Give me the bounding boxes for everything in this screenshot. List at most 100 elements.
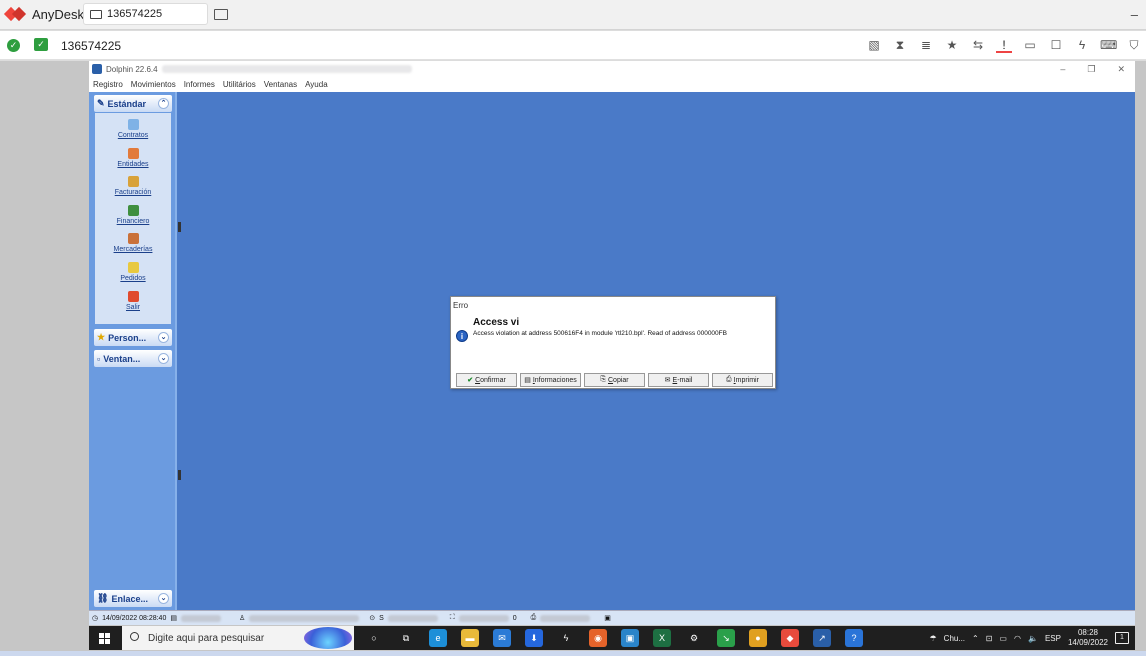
minimize-button[interactable]: – (1131, 7, 1138, 22)
label-rest: mprimir (735, 376, 759, 384)
shield-icon[interactable]: ⛉ (1126, 37, 1142, 53)
label-rest: -mail (677, 376, 693, 384)
system-tray: ☂ Chu... ⌃ ⊡ ▭ ◠ 🔈 ESP 08:28 14/09/2022 … (930, 626, 1129, 650)
keyboard-icon[interactable]: ⌨ (1100, 37, 1117, 53)
taskbar-apps: ○ ⧉ e ▬ ✉ ⬇ ϟ ◉ ▣ X ⚙ ↘ ● ◆ ↗? (365, 629, 863, 647)
weather-text[interactable]: Chu... (944, 634, 965, 643)
email-button[interactable]: ✉ E-mail (648, 373, 709, 387)
actions-icon[interactable]: ! (996, 37, 1012, 53)
file-explorer-icon[interactable]: ▬ (461, 629, 479, 647)
volume-icon[interactable]: 🔈 (1028, 634, 1038, 643)
network-icon[interactable]: ⊡ (986, 634, 993, 643)
redacted-field (180, 614, 221, 622)
tray-overflow-icon[interactable]: ⌃ (972, 634, 979, 643)
settings-icon[interactable]: ⚙ (685, 629, 703, 647)
chat-icon[interactable]: ☐ (1048, 37, 1064, 53)
cortana-icon[interactable]: ○ (365, 629, 383, 647)
sidebar-item[interactable]: Pedidos (95, 256, 171, 285)
battery-icon[interactable]: ▭ (999, 634, 1007, 643)
photos-icon[interactable]: ▣ (621, 629, 639, 647)
favorite-icon[interactable]: ★ (944, 37, 960, 53)
sidebar-item[interactable]: Entidades (95, 142, 171, 171)
imprimir-button[interactable]: ⎙ Imprimir (712, 373, 773, 387)
database-icon[interactable]: ≣ (918, 37, 934, 53)
session-tab[interactable]: 136574225 (83, 3, 208, 25)
error-dialog: Erro Access vi i Access violation at add… (450, 296, 776, 389)
menu-ayuda[interactable]: Ayuda (305, 80, 328, 89)
group-ventanas[interactable]: ▫ Ventan... ⌄ (94, 350, 172, 367)
group-personal[interactable]: ★ Person... ⌄ (94, 329, 172, 346)
link-icon: ⛓ (97, 593, 109, 603)
expand-icon[interactable]: ⌄ (158, 332, 169, 343)
printer-icon: ⎙ (530, 614, 537, 621)
hourglass-icon[interactable]: ⧗ (892, 37, 908, 53)
windows-icon (98, 632, 110, 644)
dolphin-minimize-button[interactable]: – (1060, 64, 1065, 75)
sidebar-item[interactable]: Financiero (95, 199, 171, 228)
menu-registro[interactable]: Registro (93, 80, 123, 89)
wifi-icon[interactable]: ◠ (1014, 634, 1021, 643)
dolphin-close-button[interactable]: ✕ (1117, 64, 1125, 75)
expand-icon[interactable]: ⌄ (158, 353, 169, 364)
anydesk-taskbar-icon[interactable]: ◆ (781, 629, 799, 647)
task-view-icon[interactable]: ⧉ (397, 629, 415, 647)
sidebar-item[interactable]: Salir (95, 285, 171, 314)
copiar-button[interactable]: ⎘ Copiar (584, 373, 645, 387)
session-tab-label: 136574225 (107, 8, 163, 20)
display-settings-icon[interactable]: ▧ (866, 37, 882, 53)
app-green-icon[interactable]: ↘ (717, 629, 735, 647)
anydesk-titlebar: AnyDesk 136574225 – (0, 0, 1146, 30)
new-session-icon[interactable] (214, 9, 228, 20)
sidebar-item[interactable]: Contratos (95, 113, 171, 142)
star-icon: ★ (97, 332, 106, 342)
informaciones-button[interactable]: ▤ Informaciones (520, 373, 581, 387)
search-highlight-icon[interactable] (304, 627, 352, 649)
sidebar-item-label: Salir (125, 303, 140, 311)
remote-desktop: Dolphin 22.6.4 – ❐ ✕ Registro Movimiento… (0, 61, 1146, 651)
db-icon: ▤ (170, 615, 177, 622)
menu-ventanas[interactable]: Ventanas (264, 80, 297, 89)
display-icon[interactable]: ▭ (1022, 37, 1038, 53)
dolphin-restore-button[interactable]: ❐ (1087, 64, 1095, 75)
excel-icon[interactable]: X (653, 629, 671, 647)
security-icon[interactable]: ✓ (34, 38, 48, 51)
menu-informes[interactable]: Informes (184, 80, 215, 89)
language-indicator[interactable]: ESP (1045, 634, 1061, 643)
taskbar-clock[interactable]: 08:28 14/09/2022 (1068, 628, 1108, 648)
mail-icon[interactable]: ✉ (493, 629, 511, 647)
collapse-icon[interactable]: ⌃ (158, 98, 169, 109)
sidebar-item-label: Entidades (117, 160, 149, 168)
search-icon (130, 632, 139, 641)
splitter-handle[interactable] (178, 470, 181, 480)
splitter-handle[interactable] (178, 222, 181, 232)
dolphin-taskbar-icon[interactable]: ↗ (813, 629, 831, 647)
firefox-icon[interactable]: ◉ (589, 629, 607, 647)
print-icon: ⎙ (726, 376, 732, 383)
menu-movimientos[interactable]: Movimientos (131, 80, 176, 89)
entities-icon (127, 147, 139, 159)
lightning-icon[interactable]: ϟ (1074, 37, 1090, 53)
expand-icon[interactable]: ⌄ (158, 593, 169, 604)
menu-utilitarios[interactable]: Utilitários (223, 80, 256, 89)
anydesk-logo: AnyDesk (3, 6, 84, 22)
button-label: E-mail (673, 377, 693, 384)
weather-icon[interactable]: ☂ (930, 634, 937, 643)
window-icon: ▫ (97, 353, 101, 364)
start-button[interactable] (89, 626, 119, 650)
notification-center-icon[interactable]: 1 (1115, 632, 1129, 644)
sidebar-item[interactable]: Mercaderías (95, 227, 171, 256)
sidebar-item-label: Financiero (116, 217, 150, 225)
winbox-icon[interactable]: ϟ (557, 629, 575, 647)
file-transfer-icon[interactable]: ⇆ (970, 37, 986, 53)
group-estandar[interactable]: ✎ Estándar ⌃ (94, 95, 172, 112)
dropbox-icon[interactable]: ⬇ (525, 629, 543, 647)
clock-time: 08:28 (1077, 628, 1098, 637)
windows-taskbar: Digite aqui para pesquisar ○ ⧉ e ▬ ✉ ⬇ ϟ ◉ ▣ X ⚙ ↘ ●… (89, 626, 1135, 650)
help-icon[interactable]: ? (845, 629, 863, 647)
confirmar-button[interactable]: ✔ Confirmar (456, 373, 517, 387)
edge-icon[interactable]: e (429, 629, 447, 647)
chrome-icon[interactable]: ● (749, 629, 767, 647)
sidebar-item[interactable]: Facturación (95, 170, 171, 199)
taskbar-search[interactable]: Digite aqui para pesquisar (122, 626, 354, 650)
group-enlaces[interactable]: ⛓ Enlace... ⌄ (94, 590, 172, 607)
